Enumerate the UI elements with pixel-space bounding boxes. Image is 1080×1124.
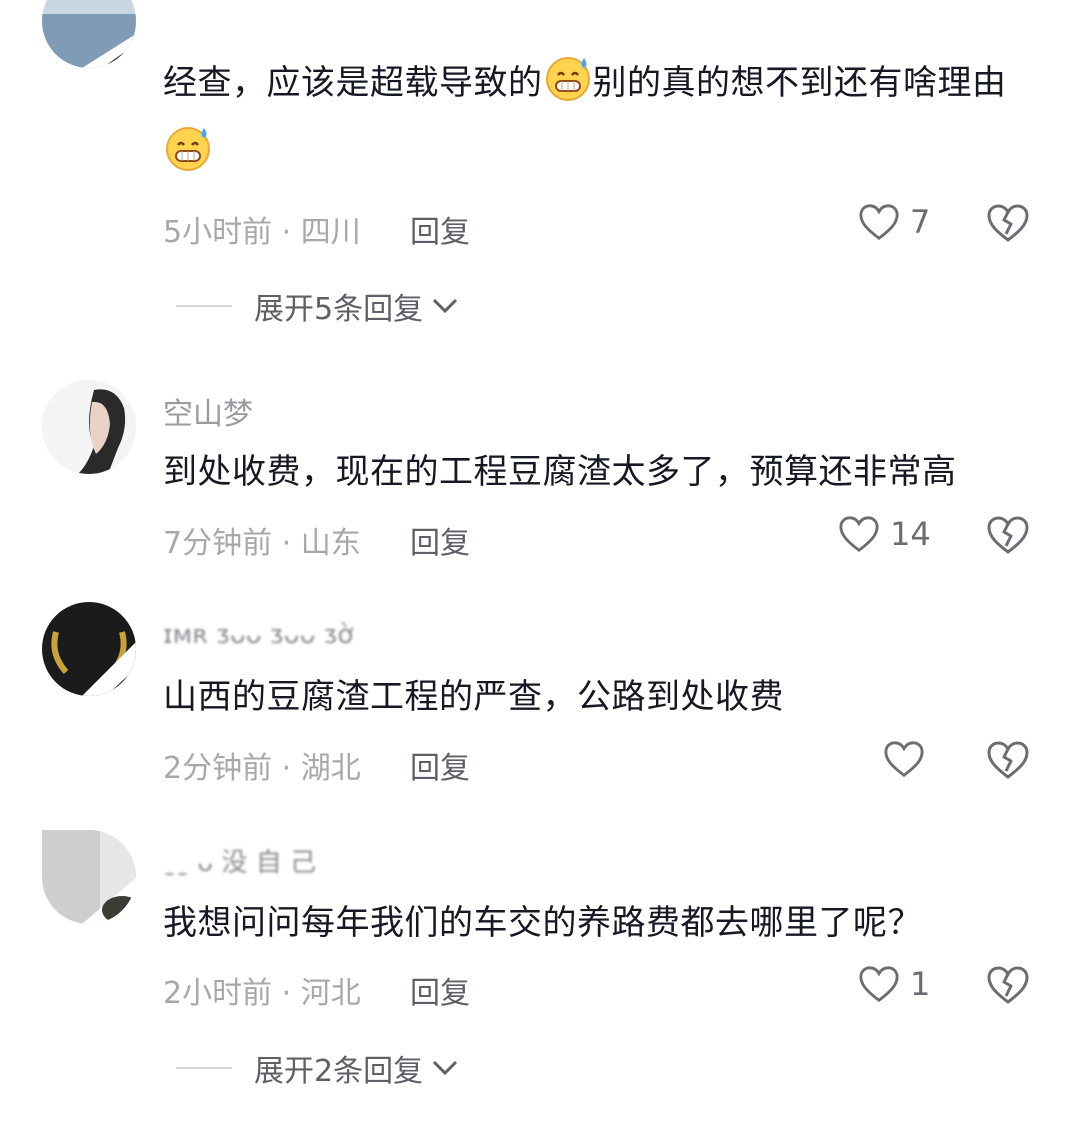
reply-button[interactable]: 回复 — [410, 207, 470, 251]
reply-button[interactable]: 回复 — [410, 968, 470, 1012]
divider-line — [176, 1067, 232, 1069]
avatar[interactable] — [42, 380, 136, 474]
like-button[interactable] — [883, 739, 935, 779]
dislike-button[interactable] — [986, 202, 1030, 248]
dislike-button[interactable] — [986, 514, 1030, 560]
comment-meta: 2小时前 · 河北 — [163, 976, 361, 1011]
comment-text: 到处收费，现在的工程豆腐渣太多了，预算还非常高 — [163, 452, 957, 492]
like-button[interactable]: 14 — [838, 514, 931, 554]
like-count: 1 — [910, 965, 931, 1003]
like-button[interactable]: 7 — [858, 202, 930, 242]
comment-text: 经查，应该是超载导致的 别的真的想不到还有啥理由 — [163, 48, 1043, 188]
broken-heart-icon — [987, 516, 1029, 554]
chevron-down-icon — [433, 298, 458, 314]
avatar-image — [42, 380, 136, 474]
heart-outline-icon — [884, 741, 924, 778]
comment-text: 山西的豆腐渣工程的严查，公路到处收费 — [163, 677, 784, 717]
broken-heart-icon — [987, 741, 1029, 779]
sweat-grin-emoji-icon — [544, 54, 592, 102]
dislike-button[interactable] — [986, 739, 1030, 785]
avatar-image — [42, 602, 136, 696]
avatar-image — [42, 0, 136, 68]
sweat-grin-emoji-icon — [164, 124, 212, 172]
expand-replies-label: 展开5条回复 — [254, 292, 424, 327]
broken-heart-icon — [987, 204, 1029, 242]
username[interactable]: ɪᴍʀ ᴣᴗᴗ ᴣᴗᴗ ᴣờ — [163, 620, 353, 650]
username[interactable]: ˍˍ ᴗ 没 自 己 — [163, 842, 316, 879]
username[interactable]: 空山梦 — [163, 389, 253, 433]
heart-outline-icon — [859, 966, 899, 1003]
reply-button[interactable]: 回复 — [410, 518, 470, 562]
comment-meta: 5小时前 · 四川 — [163, 215, 361, 250]
avatar[interactable] — [42, 830, 136, 924]
like-button[interactable]: 1 — [858, 964, 930, 1004]
expand-replies-button[interactable]: 展开2条回复 — [176, 1046, 459, 1090]
comment-text: 我想问问每年我们的车交的养路费都去哪里了呢？ — [163, 903, 922, 943]
reply-button[interactable]: 回复 — [410, 743, 470, 787]
avatar-image — [42, 830, 136, 924]
heart-outline-icon — [839, 516, 879, 553]
comment-meta: 2分钟前 · 湖北 — [163, 751, 361, 786]
chevron-down-icon — [433, 1060, 458, 1076]
avatar[interactable] — [42, 0, 136, 68]
expand-replies-label: 展开2条回复 — [254, 1054, 424, 1089]
avatar[interactable] — [42, 602, 136, 696]
divider-line — [176, 305, 232, 307]
like-count: 7 — [910, 203, 931, 241]
expand-replies-button[interactable]: 展开5条回复 — [176, 284, 459, 328]
comment-meta: 7分钟前 · 山东 — [163, 526, 361, 561]
dislike-button[interactable] — [986, 964, 1030, 1010]
broken-heart-icon — [987, 966, 1029, 1004]
heart-outline-icon — [859, 204, 899, 241]
like-count: 14 — [890, 515, 931, 553]
